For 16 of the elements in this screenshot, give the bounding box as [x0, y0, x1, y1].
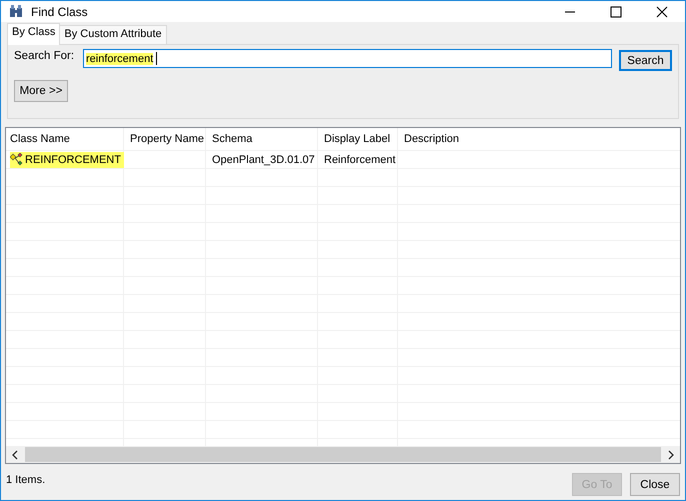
class-name-cell[interactable]: REINFORCEMENT: [10, 152, 124, 168]
column-header[interactable]: Display Label: [318, 128, 398, 150]
search-button[interactable]: Search: [619, 50, 672, 71]
more-button[interactable]: More >>: [14, 80, 68, 102]
tab[interactable]: By Class: [7, 23, 60, 45]
dialog-button[interactable]: Close: [630, 473, 680, 496]
window-title: Find Class: [31, 4, 88, 18]
table-cell: Reinforcement: [324, 154, 396, 166]
column-header[interactable]: Schema: [206, 128, 318, 150]
column-header[interactable]: Property Name: [124, 128, 206, 150]
tab[interactable]: By Custom Attribute: [59, 25, 167, 44]
search-label: Search For:: [14, 50, 76, 62]
column-header[interactable]: Description: [398, 128, 680, 150]
column-header[interactable]: Class Name: [6, 128, 124, 150]
status-text: 1 Items.: [6, 474, 46, 486]
table-cell: OpenPlant_3D.01.07: [212, 154, 315, 166]
